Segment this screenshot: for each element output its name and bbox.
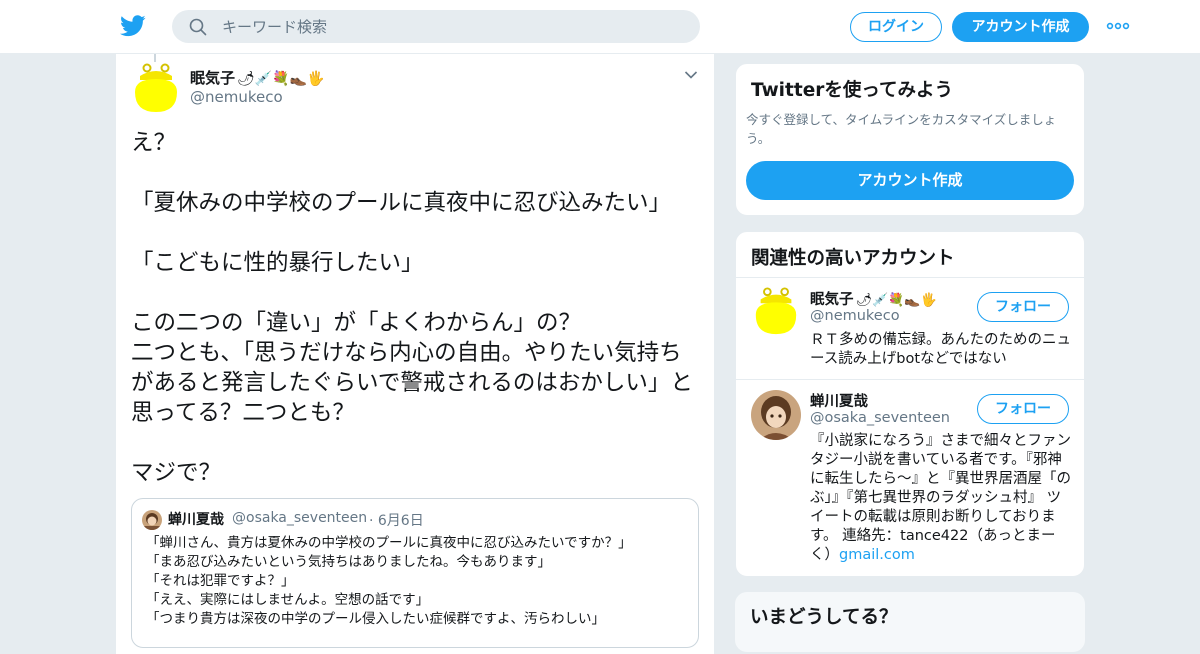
search-icon <box>189 18 207 36</box>
account-avatar[interactable] <box>751 390 801 440</box>
signup-card-description: 今すぐ登録して、タイムラインをカスタマイズしましょう。 <box>746 112 1057 146</box>
top-bar: ログイン アカウント作成 <box>0 0 1200 54</box>
account-name-text[interactable]: 眠気子 <box>810 292 854 308</box>
follow-button[interactable]: フォロー <box>977 292 1069 322</box>
account-name-emoji: 🌶💉💐👞🖐 <box>855 293 937 308</box>
follow-button[interactable]: フォロー <box>977 394 1069 424</box>
account-bio: ＲＴ多めの備忘録。あんたのためのニュース読み上げbotなどではない <box>810 332 1071 367</box>
signup-card-title: Twitterを使ってみよう <box>751 80 953 101</box>
signup-button[interactable]: アカウント作成 <box>952 12 1089 42</box>
trends-card: いまどうしてる？ <box>735 592 1085 652</box>
quoted-author-name: 蝉川夏哉 <box>168 512 224 528</box>
account-handle[interactable]: @nemukeco <box>810 308 900 324</box>
quoted-tweet-text: 「蝉川さん、貴方は夏休みの中学校のプールに真夜中に忍び込みたいですか？」 「まあ… <box>146 535 632 627</box>
author-name-text[interactable]: 眠気子 <box>190 69 235 87</box>
account-name[interactable]: 蝉川夏哉 <box>810 390 868 411</box>
quoted-tweet-date: · 6月6日 <box>369 513 424 529</box>
tweet-text: え？ 「夏休みの中学校のプールに真夜中に忍び込みたい」 「こどもに性的暴行したい… <box>131 130 693 486</box>
search-bar <box>172 10 700 43</box>
bio-link[interactable]: gmail.com <box>839 547 915 563</box>
quoted-tweet[interactable]: 蝉川夏哉 @osaka_seventeen · 6月6日 「蝉川さん、貴方は夏休… <box>131 498 699 648</box>
divider <box>736 277 1084 278</box>
account-bio-text: 『小説家になろう』さまで細々とファンタジー小説を書いている者です。『邪神に転生し… <box>810 433 1071 563</box>
search-input[interactable] <box>222 10 682 43</box>
quoted-author-handle: @osaka_seventeen <box>232 510 368 526</box>
more-options-icon[interactable] <box>1106 22 1130 30</box>
twitter-bird-icon[interactable] <box>120 14 146 38</box>
tweet-author-handle[interactable]: @nemukeco <box>190 88 283 106</box>
avatar-coin-purse-icon[interactable] <box>131 62 181 114</box>
author-name-emoji: 🌶💉💐👞🖐 <box>237 71 325 87</box>
account-handle[interactable]: @osaka_seventeen <box>810 410 950 426</box>
signup-card: Twitterを使ってみよう 今すぐ登録して、タイムラインをカスタマイズしましょ… <box>735 63 1085 216</box>
account-bio: 『小説家になろう』さまで細々とファンタジー小説を書いている者です。『邪神に転生し… <box>810 432 1072 565</box>
related-accounts-card: 関連性の高いアカウント 眠気子 🌶💉💐👞🖐 @nemukeco フォロー ＲＴ多め… <box>735 231 1085 577</box>
chevron-down-icon[interactable] <box>684 70 698 80</box>
login-button[interactable]: ログイン <box>850 12 942 42</box>
thread-line <box>154 54 156 62</box>
divider <box>736 379 1084 380</box>
trends-title: いまどうしてる？ <box>750 607 898 628</box>
account-avatar-coin-purse[interactable] <box>751 286 801 336</box>
quoted-author-avatar <box>142 510 162 530</box>
related-accounts-title: 関連性の高いアカウント <box>751 248 955 269</box>
account-name[interactable]: 眠気子 🌶💉💐👞🖐 <box>810 288 937 309</box>
signup-card-button[interactable]: アカウント作成 <box>746 161 1074 200</box>
tweet-author-name[interactable]: 眠気子 🌶💉💐👞🖐 <box>190 67 325 88</box>
